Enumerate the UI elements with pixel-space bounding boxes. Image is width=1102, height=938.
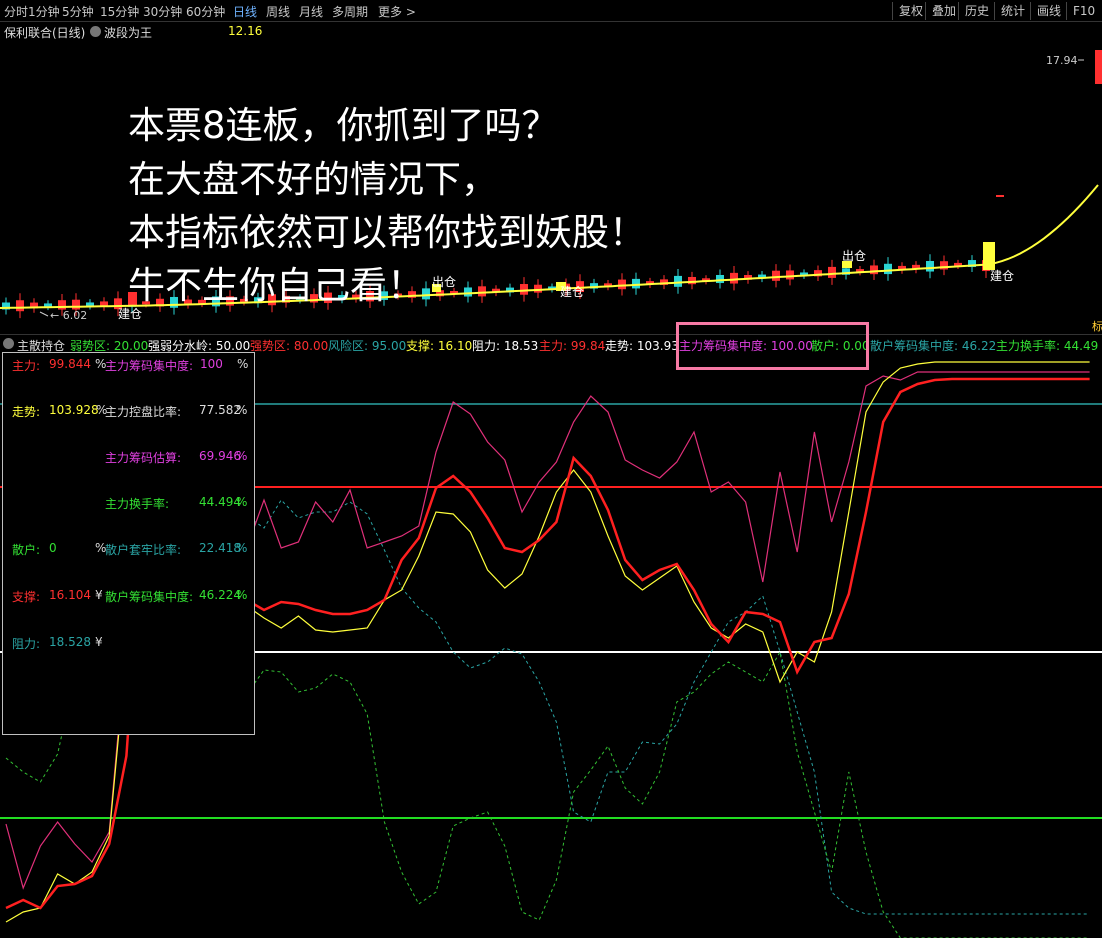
stat-estimate-label: 主力筹码估算: bbox=[105, 451, 182, 465]
stat-turnover-unit: % bbox=[236, 495, 248, 509]
candle bbox=[730, 272, 738, 284]
period-tab-30min[interactable]: 30分钟 bbox=[143, 3, 182, 20]
period-tab-1min[interactable]: 1分钟 bbox=[28, 3, 60, 20]
candle bbox=[520, 284, 528, 295]
stat-trend-label: 走势: bbox=[12, 405, 41, 419]
price-low-pointer bbox=[39, 311, 49, 317]
signal-label: 出仓 bbox=[432, 275, 456, 289]
stat-main-force-label: 主力: bbox=[12, 359, 41, 373]
candle bbox=[688, 276, 696, 285]
overlay-line-1: 本票8连板，你抓到了吗？ bbox=[128, 104, 559, 147]
candle bbox=[534, 284, 542, 293]
signal-label: 建仓 bbox=[990, 269, 1014, 283]
stat-main-force-value: 99.844 bbox=[49, 357, 91, 371]
period-toolbar: 分时 1分钟 5分钟 15分钟 30分钟 60分钟 日线 周线 月线 多周期 更… bbox=[0, 0, 1102, 22]
candle bbox=[828, 266, 836, 278]
draw-line-button[interactable]: 画线 bbox=[1030, 2, 1067, 20]
stat-trend-value: 103.928 bbox=[49, 403, 99, 417]
candle bbox=[674, 275, 682, 287]
stat-control-value: 77.582 bbox=[199, 403, 241, 417]
indicator-dropdown-icon[interactable] bbox=[3, 338, 14, 349]
overlay-line-4: 牛不生你自己看！ bbox=[128, 264, 424, 307]
stat-support-unit: ¥ bbox=[95, 588, 103, 602]
candle bbox=[716, 274, 724, 284]
stat-trapped-unit: % bbox=[236, 541, 248, 555]
history-button[interactable]: 历史 bbox=[958, 2, 995, 20]
dropdown-icon[interactable] bbox=[90, 26, 101, 37]
main-chart-infobar: 保利联合(日线) 波段为王 12.16 bbox=[0, 22, 1102, 40]
candle bbox=[618, 279, 626, 290]
stat-main-conc-value: 100 bbox=[200, 357, 223, 371]
stat-control-label: 主力控盘比率: bbox=[105, 405, 182, 419]
candle bbox=[464, 287, 472, 297]
f10-button[interactable]: F10 bbox=[1066, 2, 1101, 20]
period-tab-5min[interactable]: 5分钟 bbox=[62, 3, 94, 20]
stat-resistance-value: 18.528 bbox=[49, 635, 91, 649]
candle bbox=[786, 270, 794, 280]
stat-estimate-unit: % bbox=[236, 449, 248, 463]
price-low-label: ← 6.02 bbox=[50, 309, 87, 322]
stat-retail-conc-unit: % bbox=[236, 588, 248, 602]
stat-trapped-label: 散户套牢比率: bbox=[105, 543, 182, 557]
stat-main-conc-label: 主力筹码集中度: bbox=[105, 359, 194, 373]
candle bbox=[983, 242, 995, 270]
candle bbox=[772, 270, 780, 281]
stat-turnover-value: 44.494 bbox=[199, 495, 241, 509]
candle bbox=[632, 278, 640, 289]
indicator-header: 主散持仓 弱势区: 20.00 强弱分水岭: 50.00 强势区: 80.00 … bbox=[0, 334, 1102, 353]
candle bbox=[16, 300, 24, 312]
period-tab-weekly[interactable]: 周线 bbox=[266, 3, 290, 20]
period-tab-fenshi[interactable]: 分时 bbox=[4, 3, 28, 20]
candle bbox=[884, 263, 892, 275]
overlay-line-3: 本指标依然可以帮你找到妖股！ bbox=[128, 211, 646, 254]
signal-label: 建仓 bbox=[560, 285, 584, 299]
period-tab-60min[interactable]: 60分钟 bbox=[186, 3, 225, 20]
price-high-label: 17.94 bbox=[1046, 54, 1078, 67]
restore-rights-button[interactable]: 复权 bbox=[892, 2, 929, 20]
stat-retail-value: 0 bbox=[49, 541, 57, 555]
stat-trapped-value: 22.418 bbox=[199, 541, 241, 555]
indicator-value: 12.16 bbox=[228, 24, 263, 38]
period-tab-15min[interactable]: 15分钟 bbox=[100, 3, 139, 20]
stat-resistance-label: 阻力: bbox=[12, 637, 41, 651]
stat-estimate-value: 69.946 bbox=[199, 449, 241, 463]
stat-retail-conc-value: 46.224 bbox=[199, 588, 241, 602]
stat-retail-conc-label: 散户筹码集中度: bbox=[105, 590, 194, 604]
period-tab-daily[interactable]: 日线 bbox=[233, 3, 257, 20]
period-tab-multi[interactable]: 多周期 bbox=[332, 3, 368, 20]
candle bbox=[1095, 50, 1102, 84]
stat-main-conc-unit: % bbox=[237, 357, 249, 371]
stat-turnover-label: 主力换手率: bbox=[105, 497, 170, 511]
right-edge-label: 标 bbox=[1092, 319, 1102, 333]
period-tab-monthly[interactable]: 月线 bbox=[299, 3, 323, 20]
signal-label: 出仓 bbox=[842, 249, 866, 263]
stat-resistance-unit: ¥ bbox=[95, 635, 103, 649]
overlay-button[interactable]: 叠加 bbox=[925, 2, 962, 20]
stock-title: 保利联合(日线) bbox=[4, 26, 86, 40]
statistics-button[interactable]: 统计 bbox=[994, 2, 1031, 20]
candle bbox=[926, 260, 934, 272]
stat-support-label: 支撑: bbox=[12, 590, 41, 604]
candle bbox=[870, 265, 878, 275]
stats-panel: 主力: 99.844 % 主力筹码集中度: 100 % 走势: 103.928 … bbox=[2, 352, 255, 735]
overlay-line-2: 在大盘不好的情况下， bbox=[128, 158, 498, 201]
indicator-name[interactable]: 波段为王 bbox=[104, 24, 152, 41]
period-tab-more[interactable]: 更多 > bbox=[378, 3, 416, 20]
candle bbox=[478, 286, 486, 297]
stat-control-unit: % bbox=[236, 403, 248, 417]
stat-retail-label: 散户: bbox=[12, 543, 41, 557]
stat-support-value: 16.104 bbox=[49, 588, 91, 602]
